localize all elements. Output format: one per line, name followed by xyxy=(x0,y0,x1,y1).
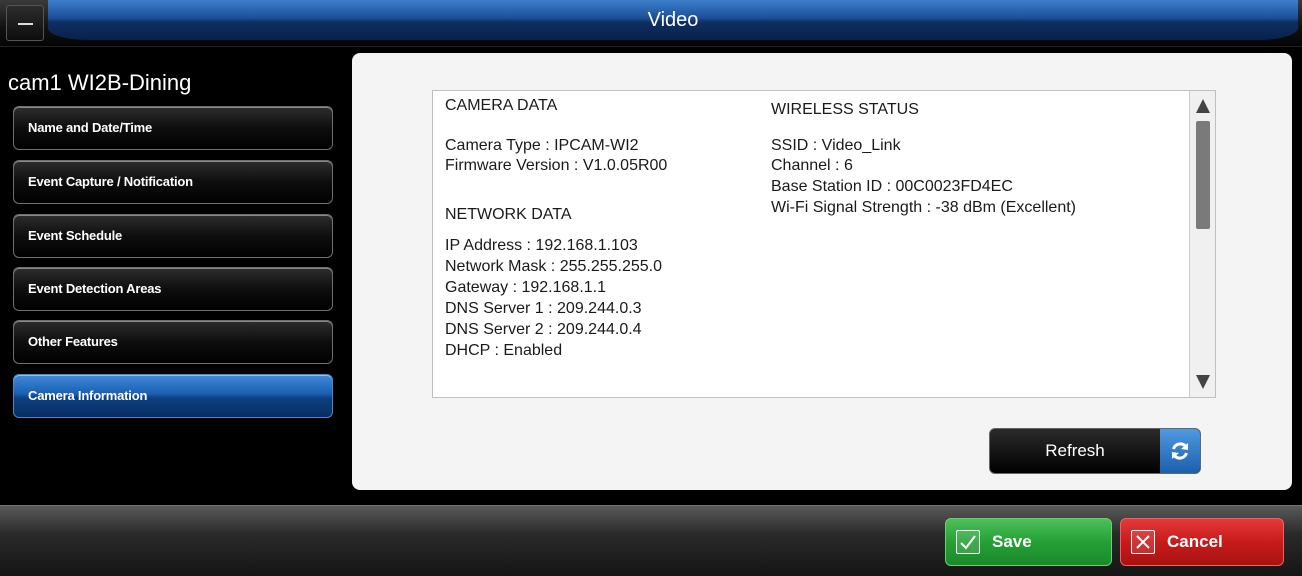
cancel-button[interactable]: Cancel xyxy=(1120,518,1284,566)
scroll-down-arrow-icon[interactable] xyxy=(1196,375,1210,389)
sidebar-item-event-detection-areas[interactable]: Event Detection Areas xyxy=(13,267,333,311)
dns-server-2: DNS Server 2 : 209.244.0.4 xyxy=(445,321,642,338)
sidebar-item-name-and-date-time[interactable]: Name and Date/Time xyxy=(13,106,333,150)
cancel-button-label: Cancel xyxy=(1167,532,1223,551)
checkmark-icon xyxy=(956,530,980,554)
camera-data-heading: CAMERA DATA xyxy=(445,97,558,114)
dhcp-status: DHCP : Enabled xyxy=(445,342,563,359)
info-scrollbar[interactable] xyxy=(1189,91,1215,397)
camera-info-box[interactable]: CAMERA DATA Camera Type : IPCAM-WI2 Firm… xyxy=(432,90,1216,398)
sidebar-item-camera-information[interactable]: Camera Information xyxy=(13,374,333,418)
wireless-status-heading: WIRELESS STATUS xyxy=(771,101,919,118)
refresh-button-label: Refresh xyxy=(1045,441,1105,460)
sidebar-item-label: Event Detection Areas xyxy=(28,281,162,296)
refresh-button[interactable]: Refresh xyxy=(989,428,1201,474)
dns-server-1: DNS Server 1 : 209.244.0.3 xyxy=(445,300,642,317)
sidebar-item-other-features[interactable]: Other Features xyxy=(13,320,333,364)
network-data-heading: NETWORK DATA xyxy=(445,206,572,223)
save-button[interactable]: Save xyxy=(945,518,1112,566)
wifi-signal-strength: Wi-Fi Signal Strength : -38 dBm (Excelle… xyxy=(771,199,1076,216)
sidebar-item-label: Camera Information xyxy=(28,388,148,403)
sidebar-item-event-schedule[interactable]: Event Schedule xyxy=(13,214,333,258)
firmware-version: Firmware Version : V1.0.05R00 xyxy=(445,157,668,174)
title-bar: Video xyxy=(0,0,1302,47)
scroll-up-arrow-icon[interactable] xyxy=(1196,99,1210,113)
sidebar-item-label: Name and Date/Time xyxy=(28,120,153,135)
sidebar-item-event-capture-notification[interactable]: Event Capture / Notification xyxy=(13,160,333,204)
ip-address: IP Address : 192.168.1.103 xyxy=(445,237,638,254)
save-button-label: Save xyxy=(992,532,1032,551)
base-station-id: Base Station ID : 00C0023FD4EC xyxy=(771,178,1013,195)
refresh-icon xyxy=(1160,429,1200,473)
network-mask: Network Mask : 255.255.255.0 xyxy=(445,258,663,275)
sidebar-item-label: Event Capture / Notification xyxy=(28,174,193,189)
channel: Channel : 6 xyxy=(771,157,853,174)
scroll-thumb[interactable] xyxy=(1196,121,1210,229)
menu-button[interactable] xyxy=(6,5,44,41)
menu-icon xyxy=(18,23,33,25)
title-pill: Video xyxy=(48,0,1298,40)
device-name: cam1 WI2B-Dining xyxy=(8,70,192,95)
content-panel: CAMERA DATA Camera Type : IPCAM-WI2 Firm… xyxy=(352,53,1292,490)
sidebar-item-label: Event Schedule xyxy=(28,228,123,243)
camera-type: Camera Type : IPCAM-WI2 xyxy=(445,137,639,154)
window-title: Video xyxy=(647,9,699,31)
ssid: SSID : Video_Link xyxy=(771,137,901,154)
gateway: Gateway : 192.168.1.1 xyxy=(445,279,606,296)
bottom-bar: Save Cancel xyxy=(0,505,1302,576)
close-icon xyxy=(1131,530,1155,554)
sidebar-item-label: Other Features xyxy=(28,334,118,349)
